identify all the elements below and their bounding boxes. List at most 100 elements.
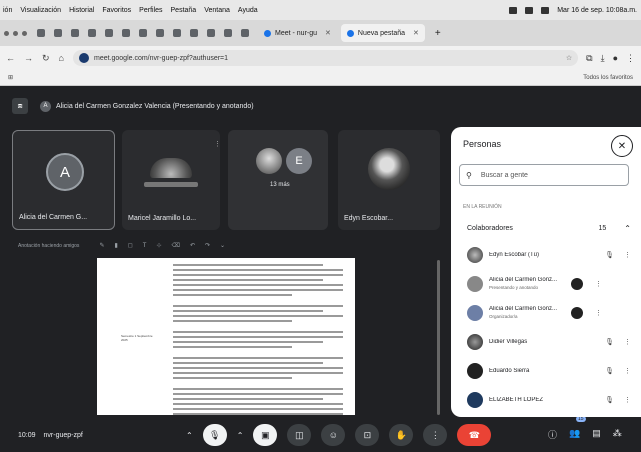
video-tile[interactable]: Edyn Escobar... [338,130,440,230]
activities-icon[interactable]: ⁂ [613,428,622,441]
reload-icon[interactable]: ↻ [42,53,50,64]
tab-new[interactable]: Nueva pestaña ✕ [340,24,425,42]
chevron-up-icon[interactable]: ⌃ [186,431,193,440]
address-bar: ← → ↻ ⌂ meet.google.com/nvr-guep-zpf?aut… [0,46,641,70]
home-icon[interactable]: ⌂ [59,53,64,63]
highlighter-icon[interactable]: ▮ [114,242,117,249]
pinned-tab-icon[interactable] [37,29,45,37]
bookmark-star-icon[interactable]: ☆ [566,54,572,62]
phone-end-icon: ☎ [468,429,481,440]
more-options-icon[interactable]: ⋮ [624,367,631,375]
mic-off-icon[interactable]: 🎙 [605,338,614,346]
menu-icon[interactable]: ⋮ [626,53,635,64]
participant-row[interactable]: Alicia del Carmen Gonz... Organizador/a ⋮ [459,299,637,327]
pinned-tab-icon[interactable] [207,29,215,37]
pinned-tab-icon[interactable] [156,29,164,37]
emoji-button[interactable]: ☺ [321,424,346,446]
video-tile[interactable]: E 13 más [228,130,328,230]
menu-item[interactable]: Visualización [20,7,61,14]
site-info-icon[interactable] [78,53,89,63]
mic-off-icon[interactable]: 🎙 [605,367,614,375]
pinned-tab-icon[interactable] [122,29,130,37]
menu-item[interactable]: Pestaña [171,7,197,14]
participant-row[interactable]: ELIZABETH LOPEZ 🎙 ⋮ [459,386,637,414]
menu-item[interactable]: Ventana [204,7,230,14]
pinned-tab-icon[interactable] [54,29,62,37]
pinned-tab-icon[interactable] [88,29,96,37]
pip-icon[interactable]: ⧈ [12,98,28,114]
more-options-button[interactable]: ⋮ [423,424,448,446]
more-options-icon[interactable]: ⋮ [595,280,602,288]
url-text[interactable]: meet.google.com/nvr-guep-zpf?authuser=1 [94,55,228,62]
battery-icon[interactable] [509,6,518,14]
pinned-tab-icon[interactable] [241,29,249,37]
back-icon[interactable]: ← [6,53,15,63]
pinned-tab-icon[interactable] [139,29,147,37]
apps-icon[interactable]: ⊞ [8,74,13,81]
shape-icon[interactable]: ◻ [128,242,133,249]
mic-off-icon[interactable]: 🎙 [605,251,614,259]
captions-button[interactable]: ◫ [287,424,312,446]
text-icon[interactable]: T [143,243,147,249]
section-label: EN LA REUNIÓN [463,204,502,210]
video-tile[interactable]: ⋮ Maricel Jaramillo Lo... [122,130,220,230]
erase-icon[interactable]: ⌫ [171,242,179,249]
new-tab-icon[interactable]: + [435,28,441,39]
wifi-icon[interactable] [525,6,534,14]
pinned-tab-icon[interactable] [190,29,198,37]
chat-icon[interactable]: ▤ [592,428,601,441]
camera-off-button[interactable]: ▣ [253,424,278,446]
menu-item[interactable]: Ayuda [238,7,258,14]
close-window-icon[interactable] [4,30,9,36]
pinned-tab-icon[interactable] [105,29,113,37]
video-tile[interactable]: A Alicia del Carmen G... [12,130,115,230]
minimize-window-icon[interactable] [13,30,18,36]
chevron-up-icon[interactable]: ⌃ [237,431,244,440]
menu-item[interactable]: Favoritos [102,7,131,14]
pinned-tab-icon[interactable] [224,29,232,37]
menu-item[interactable]: Perfiles [139,7,162,14]
undo-icon[interactable]: ↶ [190,242,195,249]
chevron-down-icon[interactable]: ⌄ [220,242,225,249]
more-options-icon[interactable]: ⋮ [595,309,602,317]
maximize-window-icon[interactable] [22,30,27,36]
people-search-input[interactable]: ⚲ Buscar a gente [459,164,629,186]
download-icon[interactable]: ⤓ [601,53,605,64]
tab-meet[interactable]: Meet - nur-gu ✕ [258,24,337,42]
clock[interactable]: Mar 16 de sep. 10:08a.m. [557,7,637,14]
document-scrollbar[interactable] [437,260,440,415]
leave-call-button[interactable]: ☎ [457,424,492,446]
close-tab-icon[interactable]: ✕ [413,29,419,37]
chevron-up-icon[interactable]: ⌃ [624,224,631,233]
mic-off-icon[interactable]: 🎙 [605,396,614,404]
participant-row[interactable]: Alicia del Carmen Gonz... Presentando y a… [459,270,637,298]
menu-item[interactable]: Historial [69,7,94,14]
group-header[interactable]: Colaboradores 15 ⌃ [459,217,631,239]
participant-row[interactable]: Eduardo Sierra 🎙 ⋮ [459,357,637,385]
pinned-tab-icon[interactable] [71,29,79,37]
extensions-icon[interactable]: ⧉ [586,53,592,64]
pen-icon[interactable]: ✎ [99,242,104,249]
pinned-tab-icon[interactable] [173,29,181,37]
close-tab-icon[interactable]: ✕ [325,29,331,37]
url-field[interactable]: meet.google.com/nvr-guep-zpf?authuser=1 … [72,50,579,66]
profile-icon[interactable]: ● [613,53,618,64]
all-bookmarks[interactable]: Todos los favoritos [583,75,633,81]
forward-icon[interactable]: → [24,53,33,63]
participant-row[interactable]: Didier Villegas 🎙 ⋮ [459,328,637,356]
participant-row[interactable]: Edyn Escobar (Tú) 🎙 ⋮ [459,241,637,269]
select-icon[interactable]: ⊹ [156,242,161,249]
raise-hand-button[interactable]: ✋ [389,424,414,446]
close-panel-button[interactable]: ✕ [611,135,633,157]
present-button[interactable]: ⊡ [355,424,380,446]
info-icon[interactable]: ⓘ [548,428,557,441]
search-icon[interactable] [541,6,550,14]
more-options-icon[interactable]: ⋮ [214,140,220,148]
menu-item[interactable]: ión [3,7,12,14]
more-options-icon[interactable]: ⋮ [624,338,631,346]
redo-icon[interactable]: ↷ [205,242,210,249]
mic-off-button[interactable]: 🎙 [202,424,227,446]
more-options-icon[interactable]: ⋮ [624,251,631,259]
people-icon[interactable]: 👥 [569,428,580,441]
more-options-icon[interactable]: ⋮ [624,396,631,404]
